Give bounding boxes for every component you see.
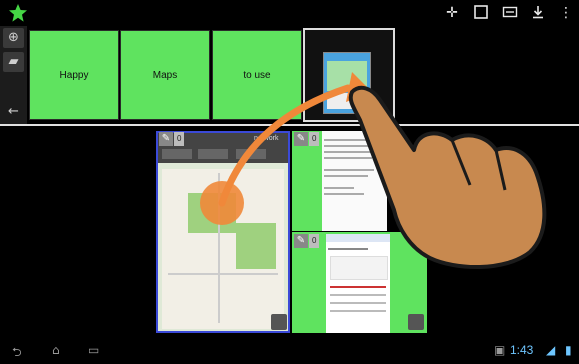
screenshot-icon: ▣ [494,343,506,357]
hand-pointer-icon [348,85,547,270]
system-bar [0,342,579,360]
recent-apps-icon[interactable]: ▭ [88,343,99,357]
back-nav-icon[interactable]: ⮌ [12,343,22,364]
drag-arrow-icon [218,84,352,207]
drag-gesture-overlay [200,72,547,270]
clock: 1:43 [510,343,534,357]
battery-icon: ▮ [565,343,572,357]
wifi-icon: ◢ [546,343,556,357]
home-nav-icon[interactable]: ⌂ [52,343,60,357]
